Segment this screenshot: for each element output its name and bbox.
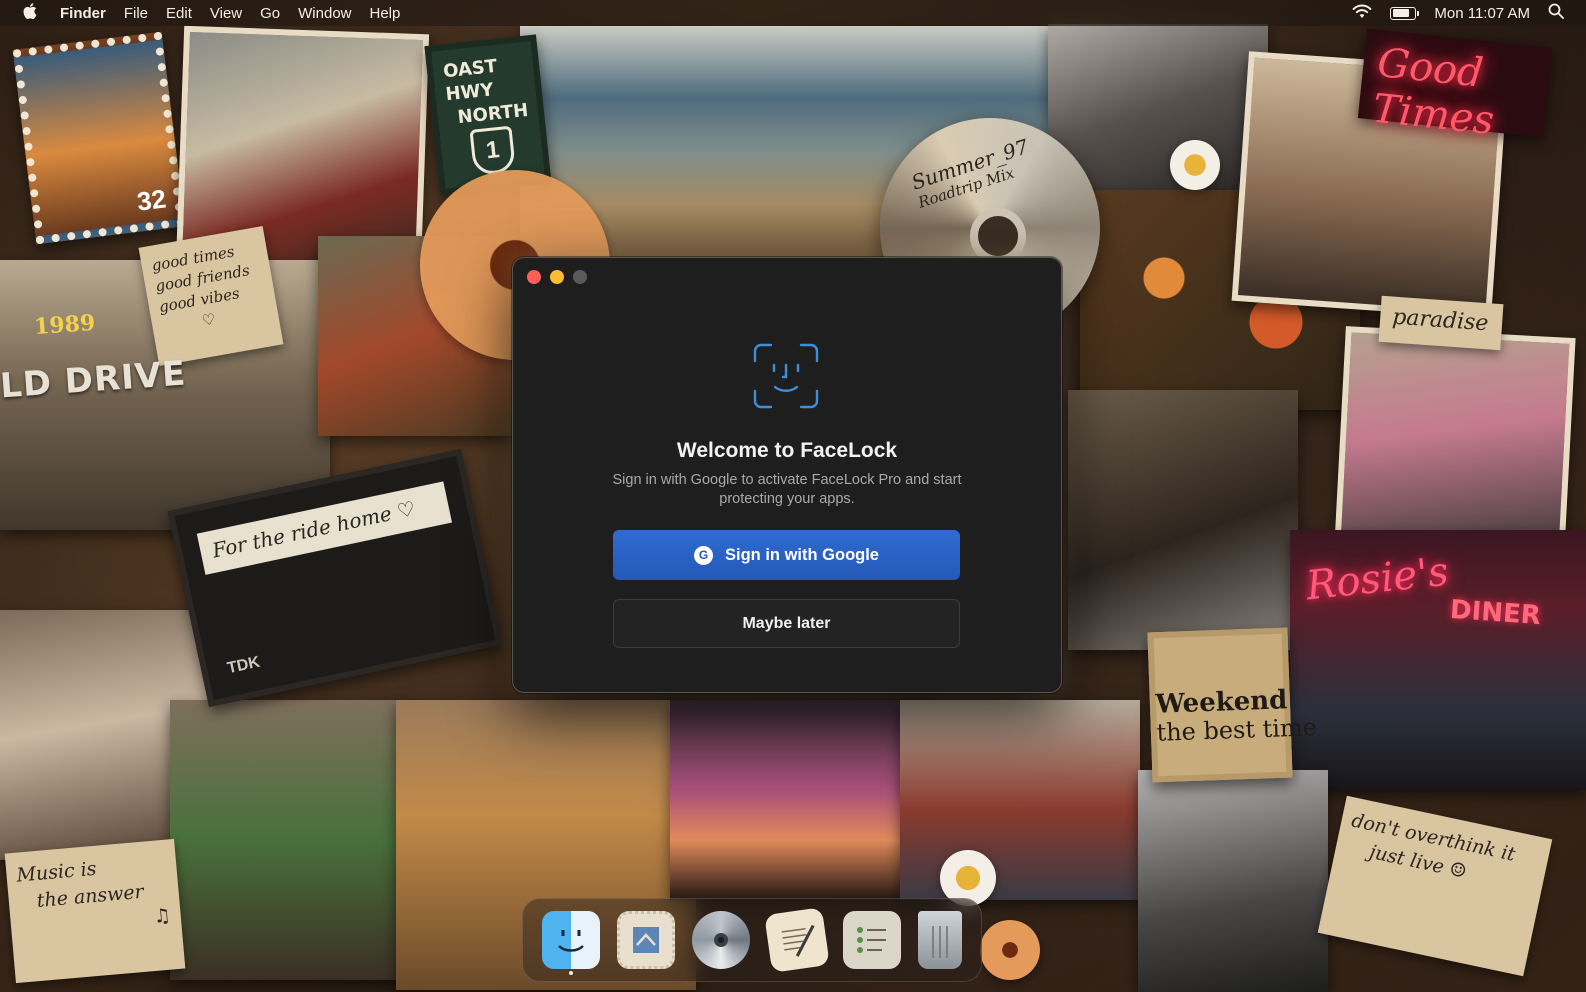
apple-icon[interactable]	[0, 2, 60, 24]
battery-icon[interactable]	[1390, 6, 1420, 20]
disc-hole-icon	[692, 911, 750, 969]
window-controls	[527, 270, 587, 284]
menu-go[interactable]: Go	[251, 5, 289, 22]
daisy-decoration	[1170, 140, 1220, 190]
dock	[522, 898, 982, 982]
year-label: 1989	[33, 309, 97, 341]
close-button[interactable]	[527, 270, 541, 284]
minimize-button[interactable]	[550, 270, 564, 284]
flower-decoration	[980, 920, 1040, 980]
wallpaper-photo-hat	[1138, 770, 1328, 992]
eagle-stamp-icon	[620, 914, 672, 966]
wallpaper-photo-palms	[670, 700, 930, 900]
wallpaper-photo-friends-car	[1334, 326, 1576, 558]
wallpaper-photo-portrait	[1068, 390, 1298, 650]
status-area: Mon 11:07 AM	[1352, 3, 1586, 23]
menu-help[interactable]: Help	[361, 5, 410, 22]
facelock-dialog: Welcome to FaceLock Sign in with Google …	[512, 257, 1062, 693]
menu-bar: Finder File Edit View Go Window Help Mon…	[0, 0, 1586, 26]
newspaper-headline: Weekend the best time	[1155, 685, 1317, 746]
menu-edit[interactable]: Edit	[157, 5, 201, 22]
route-badge: 1	[469, 125, 517, 176]
maybe-later-button[interactable]: Maybe later	[613, 599, 960, 648]
neon-diner: DINER	[1449, 594, 1542, 632]
wallpaper-stamp: 32	[12, 31, 186, 245]
pen-paper-icon	[764, 907, 830, 973]
wallpaper-photo-crowd	[170, 700, 410, 980]
trash-can-icon	[918, 911, 962, 969]
menu-app-finder[interactable]: Finder	[60, 5, 115, 22]
dvd-player-icon[interactable]	[692, 911, 751, 969]
finder-face-icon	[542, 911, 600, 969]
note-good-times: good times good friends good vibes ♡	[138, 225, 284, 367]
google-icon: G	[694, 545, 713, 565]
dialog-title: Welcome to FaceLock	[676, 439, 898, 462]
tape-brand: TDK	[225, 653, 262, 678]
zoom-button[interactable]	[573, 270, 587, 284]
note-overthink: don't overthink it just live ☺	[1317, 795, 1553, 977]
clock[interactable]: Mon 11:07 AM	[1434, 5, 1530, 22]
note-music: Music is the answer ♫	[4, 838, 186, 984]
note-paradise: paradise	[1378, 295, 1504, 351]
neon-good-times: Good Times	[1357, 28, 1553, 144]
menu-file[interactable]: File	[115, 5, 157, 22]
face-id-icon	[753, 343, 819, 409]
search-icon[interactable]	[1548, 3, 1564, 23]
finder-icon[interactable]	[541, 911, 600, 975]
sign-in-google-label: Sign in with Google	[725, 545, 879, 564]
sign-in-google-button[interactable]: G Sign in with Google	[613, 530, 960, 580]
wallpaper-photo-pair	[900, 700, 1140, 900]
trash-icon[interactable]	[918, 911, 963, 969]
menu-view[interactable]: View	[201, 5, 251, 22]
reminders-icon[interactable]	[842, 911, 901, 969]
checklist-icon	[843, 911, 901, 969]
menu-window[interactable]: Window	[289, 5, 360, 22]
stamp-number: 32	[135, 183, 168, 217]
dialog-subtitle: Sign in with Google to activate FaceLock…	[612, 472, 962, 507]
headline-sub: the best time	[1156, 712, 1318, 747]
mail-icon[interactable]	[616, 911, 675, 969]
textedit-icon[interactable]	[763, 907, 830, 973]
wifi-icon[interactable]	[1352, 4, 1372, 23]
